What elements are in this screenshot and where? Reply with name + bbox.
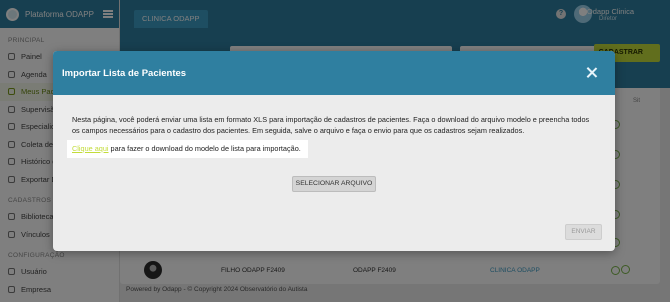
select-file-button[interactable]: SELECIONAR ARQUIVO xyxy=(292,176,376,192)
modal-header: Importar Lista de Pacientes xyxy=(53,51,615,95)
download-template-box: Clique aqui para fazer o download do mod… xyxy=(67,140,308,158)
close-icon[interactable] xyxy=(585,66,599,80)
import-patients-modal: Importar Lista de Pacientes Nesta página… xyxy=(53,51,615,251)
modal-body: Nesta página, você poderá enviar uma lis… xyxy=(53,95,615,251)
modal-description: Nesta página, você poderá enviar uma lis… xyxy=(72,115,590,135)
download-template-text: para fazer o download do modelo de lista… xyxy=(108,144,301,153)
send-button[interactable]: ENVIAR xyxy=(565,224,602,240)
modal-title: Importar Lista de Pacientes xyxy=(62,67,187,79)
download-template-link[interactable]: Clique aqui xyxy=(72,144,109,153)
